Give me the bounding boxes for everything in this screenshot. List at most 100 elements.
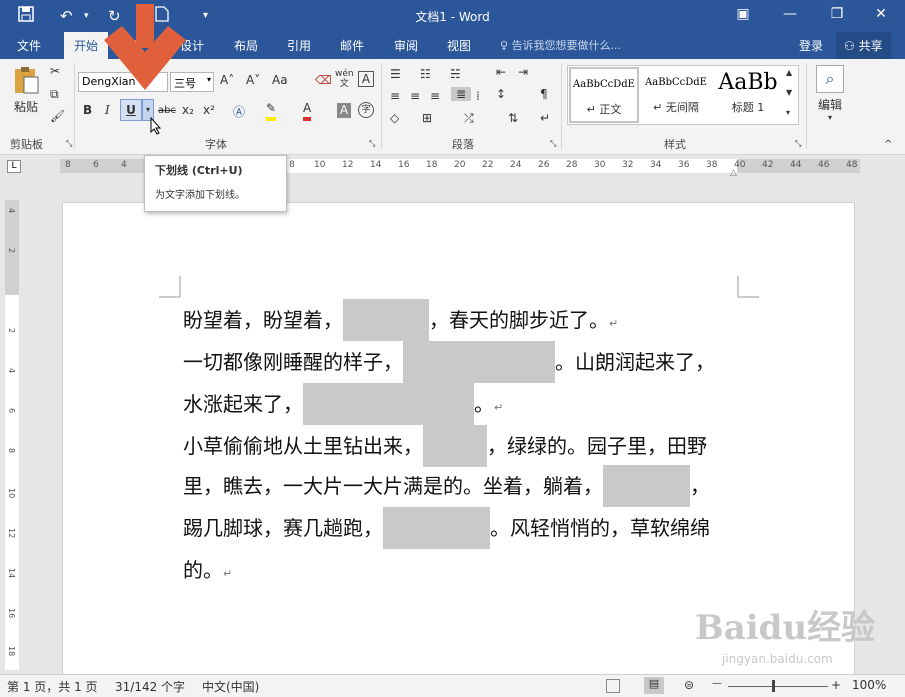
gray-blank (603, 465, 690, 507)
bold-button[interactable]: B (83, 103, 92, 117)
multilevel-list-icon[interactable]: ☵ (450, 67, 461, 81)
ruler-tick: 34 (650, 160, 662, 170)
vruler-tick: 6 (7, 408, 16, 414)
styles-more-icon[interactable]: ▾ (786, 108, 790, 117)
phonetic-guide-wen: wén (335, 69, 354, 79)
copy-icon[interactable]: ⧉ (50, 87, 59, 102)
character-shading-icon[interactable]: A (337, 103, 351, 118)
tab-view[interactable]: 视图 (447, 37, 471, 54)
justify-icon[interactable]: ≣ (451, 87, 471, 101)
paragraph-launcher-icon[interactable]: ⤡ (550, 139, 556, 149)
baidu-watermark-url: jingyan.baidu.com (722, 652, 833, 666)
tab-mailings[interactable]: 邮件 (340, 37, 364, 54)
style-heading-1-name: 标题 1 (731, 101, 765, 114)
language[interactable]: 中文(中国) (202, 678, 259, 695)
align-left-icon[interactable]: ≡ (390, 89, 400, 103)
paragraph-line: 盼望着，盼望着， ，春天的脚步近了。↵ (183, 299, 618, 341)
clear-formatting-icon[interactable]: ⌫ (315, 73, 332, 87)
text-run: 的。 (183, 558, 223, 582)
show-hide-marks-icon[interactable]: ¶ (540, 87, 548, 101)
styles-scroll-down-icon[interactable]: ▼ (786, 88, 792, 97)
superscript-button[interactable]: x² (203, 103, 215, 117)
sort-az-icon[interactable]: ⇅ (508, 111, 518, 125)
print-layout-icon[interactable]: ▤ (644, 677, 664, 694)
shrink-font-icon[interactable]: A˅ (246, 73, 260, 87)
strikethrough-button[interactable]: abc (158, 105, 176, 116)
page-count[interactable]: 第 1 页，共 1 页 (7, 678, 98, 695)
close-button[interactable]: ✕ (866, 6, 896, 22)
zoom-out-button[interactable]: — (712, 678, 722, 689)
text-effects-icon[interactable]: Ⓐ (233, 103, 245, 120)
style-heading-1-sample: AaBb (718, 70, 778, 95)
decrease-indent-icon[interactable]: ⇤ (496, 65, 506, 79)
tab-references[interactable]: 引用 (287, 37, 311, 54)
web-layout-icon[interactable]: ⊜ (684, 678, 694, 692)
zoom-slider-track[interactable] (728, 686, 828, 687)
subscript-button[interactable]: x₂ (182, 103, 194, 117)
margin-corner-marker (737, 276, 759, 298)
tab-review[interactable]: 审阅 (394, 37, 418, 54)
paste-button[interactable]: 粘贴 (10, 65, 42, 115)
paragraph-mark: ↵ (494, 401, 504, 414)
ribbon-display-options-icon[interactable]: ▣ (728, 6, 758, 22)
phonetic-guide-icon[interactable]: wén 文 (335, 69, 354, 89)
styles-scroll-up-icon[interactable]: ▲ (786, 68, 792, 77)
format-painter-icon[interactable]: 🖌 (50, 109, 65, 123)
borders-icon[interactable]: ⊞ (422, 111, 432, 125)
collapse-ribbon-icon[interactable]: ^ (884, 139, 892, 150)
enclose-characters-icon[interactable]: 字 (358, 102, 374, 118)
login-link[interactable]: 登录 (799, 37, 823, 54)
tab-file[interactable]: 文件 (17, 37, 41, 54)
tab-selector-icon[interactable]: L (7, 160, 21, 173)
style-no-spacing[interactable]: AaBbCcDdE ↵ 无间隔 (641, 67, 711, 123)
maximize-button[interactable]: ❐ (822, 6, 852, 22)
numbering-icon[interactable]: ☷ (420, 67, 431, 81)
vruler-tick: 18 (7, 646, 16, 657)
paragraph-marks-icon[interactable]: ↵ (540, 111, 550, 125)
underline-button[interactable]: U (120, 99, 142, 121)
gray-blank (423, 425, 487, 467)
tooltip-description: 为文字添加下划线。 (155, 190, 245, 201)
share-button[interactable]: ⚇ 共享 (836, 32, 891, 59)
increase-indent-icon[interactable]: ⇥ (518, 65, 528, 79)
paragraph-line: 一切都像刚睡醒的样子， 。山朗润起来了， (183, 341, 715, 383)
read-mode-icon[interactable] (606, 679, 620, 693)
style-normal-name: ↵ 正文 (586, 103, 622, 116)
align-center-icon[interactable]: ≡ (410, 89, 420, 103)
minimize-button[interactable]: — (775, 6, 805, 22)
character-border-icon[interactable]: A (358, 71, 374, 87)
editing-button[interactable]: ⌕ 编辑 ▾ (814, 65, 846, 122)
grow-font-icon[interactable]: A˄ (220, 73, 234, 87)
ruler-tick: 36 (678, 160, 690, 170)
cut-icon[interactable]: ✂ (50, 64, 60, 78)
style-heading-1[interactable]: AaBb 标题 1 (713, 67, 783, 123)
text-run: 。风轻悄悄的，草软绵绵 (490, 516, 710, 540)
font-color-icon[interactable]: A (303, 101, 312, 121)
clipboard-launcher-icon[interactable]: ⤡ (66, 139, 72, 149)
styles-group-label: 样式 (664, 138, 686, 151)
tell-me-search[interactable]: ♀ 告诉我您想要做什么... (500, 37, 621, 53)
align-right-icon[interactable]: ≡ (430, 89, 440, 103)
zoom-in-button[interactable]: + (831, 678, 841, 692)
zoom-slider-thumb[interactable] (772, 680, 775, 692)
change-case-icon[interactable]: Aa (272, 73, 288, 87)
sort-icon[interactable]: ↕ (496, 87, 506, 101)
right-indent-marker[interactable]: △ (730, 168, 737, 178)
gray-blank (343, 299, 429, 341)
editing-label: 编辑 (817, 98, 842, 112)
style-normal[interactable]: AaBbCcDdE ↵ 正文 (569, 67, 639, 123)
tab-layout[interactable]: 布局 (234, 37, 258, 54)
italic-button[interactable]: I (105, 103, 110, 117)
zoom-level[interactable]: 100% (852, 678, 886, 692)
font-launcher-icon[interactable]: ⤡ (369, 139, 375, 149)
styles-launcher-icon[interactable]: ⤡ (795, 139, 801, 149)
word-count[interactable]: 31/142 个字 (115, 678, 185, 695)
vruler-tick: 14 (7, 568, 16, 579)
status-bar: 第 1 页，共 1 页 31/142 个字 中文(中国) ▤ ⊜ — + 100… (0, 674, 905, 697)
bullets-icon[interactable]: ☰ (390, 67, 401, 81)
highlight-color-icon[interactable]: ✎ (266, 101, 277, 121)
shading-icon[interactable]: ◇ (390, 111, 399, 125)
chinese-layout-icon[interactable]: ⤮ (464, 111, 474, 126)
paragraph-line: 里，瞧去，一大片一大片满是的。坐着，躺着， ， (183, 465, 710, 507)
distributed-icon[interactable]: ⁞ (476, 89, 480, 103)
